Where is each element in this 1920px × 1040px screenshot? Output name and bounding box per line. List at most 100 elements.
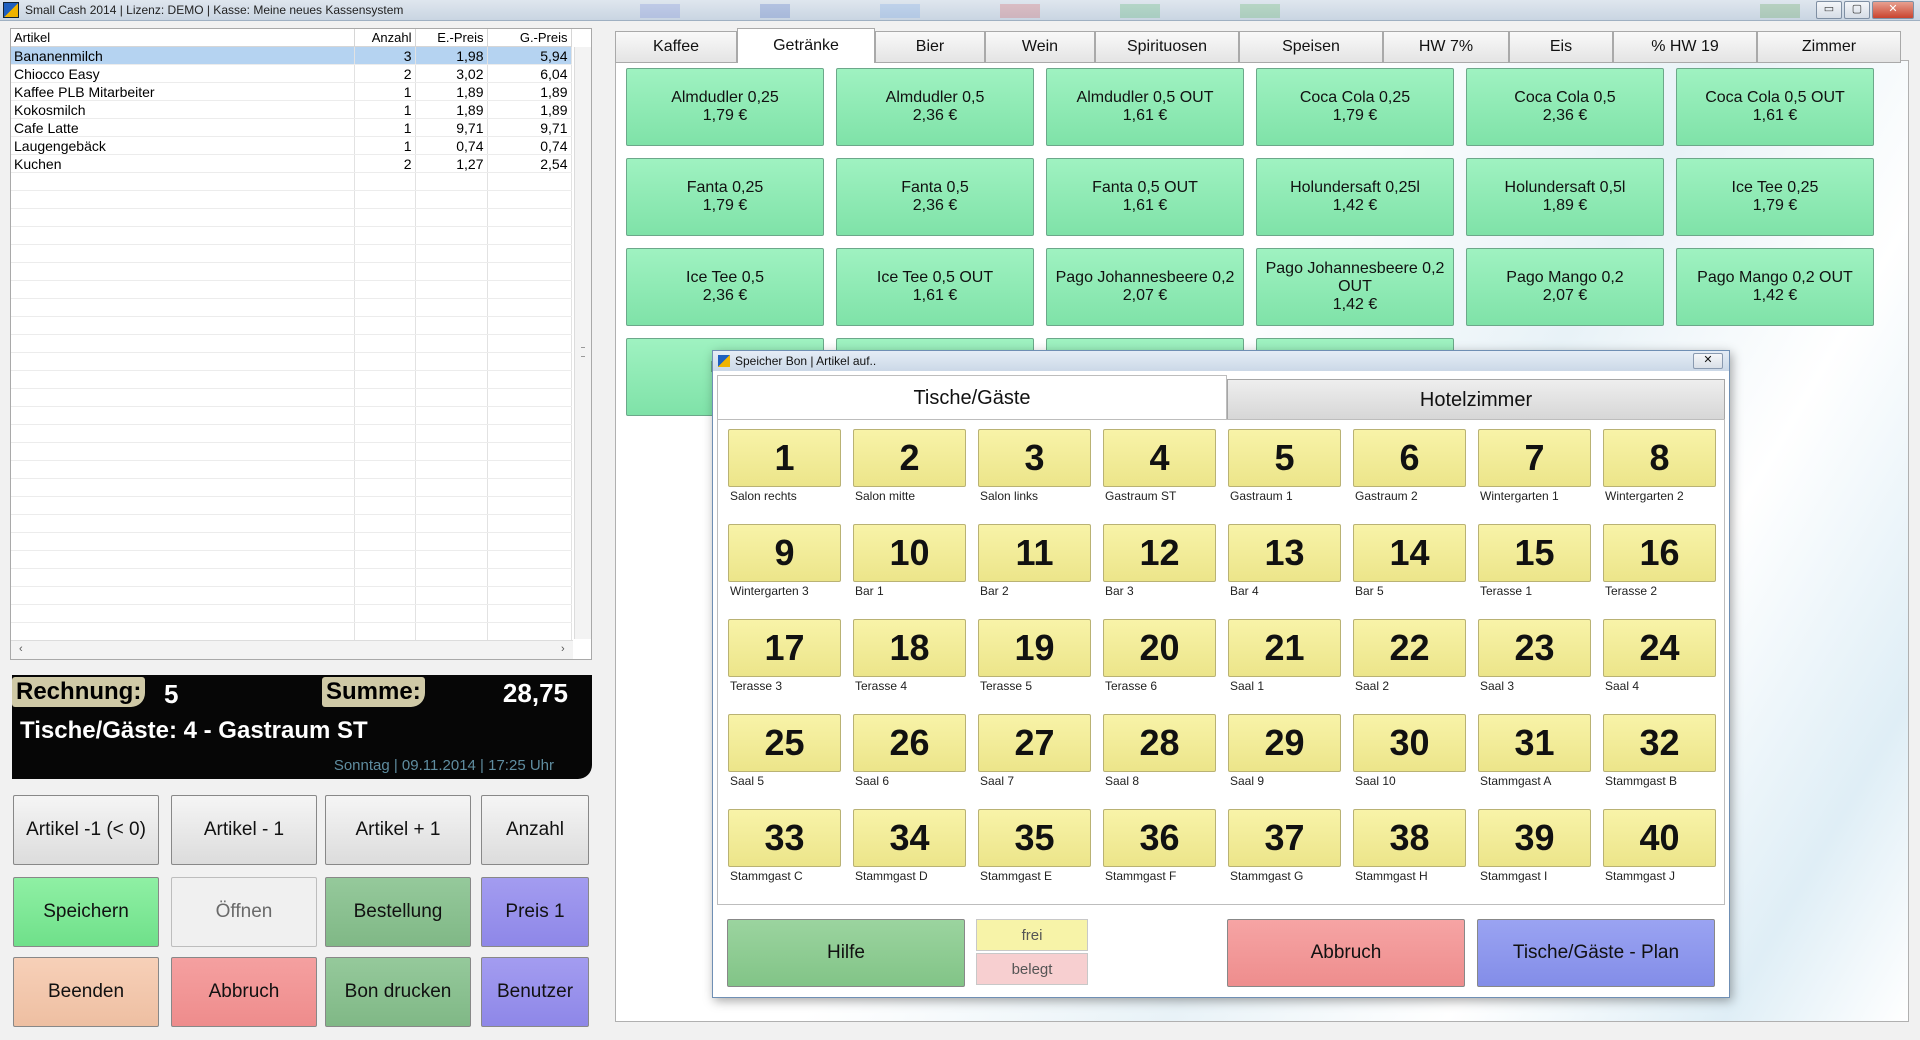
- product-button[interactable]: Almdudler 0,5 2,36 €: [836, 68, 1034, 146]
- table-button-25[interactable]: 25 Saal 5: [728, 714, 853, 788]
- table-row[interactable]: Cafe Latte 1 9,71 9,71: [11, 118, 572, 137]
- vertical-scrollbar[interactable]: [574, 47, 591, 639]
- hilfe-button[interactable]: Hilfe: [727, 919, 965, 987]
- dialog-close-button[interactable]: ✕: [1693, 353, 1723, 369]
- tab-6[interactable]: HW 7%: [1383, 31, 1509, 63]
- col-anzahl[interactable]: Anzahl: [354, 29, 416, 47]
- tables-plan-button[interactable]: Tische/Gäste - Plan: [1477, 919, 1715, 987]
- table-row[interactable]: [11, 514, 572, 533]
- table-button-10[interactable]: 10 Bar 1: [853, 524, 978, 598]
- tab-1[interactable]: Getränke: [737, 28, 875, 63]
- col-einzelpreis[interactable]: E.-Preis: [415, 29, 488, 47]
- table-button-22[interactable]: 22 Saal 2: [1353, 619, 1478, 693]
- col-artikel[interactable]: Artikel: [11, 29, 355, 47]
- table-row[interactable]: [11, 334, 572, 353]
- product-button[interactable]: Almdudler 0,5 OUT 1,61 €: [1046, 68, 1244, 146]
- product-button[interactable]: Ice Tee 0,5 2,36 €: [626, 248, 824, 326]
- table-button-40[interactable]: 40 Stammgast J: [1603, 809, 1728, 883]
- table-button-20[interactable]: 20 Terasse 6: [1103, 619, 1228, 693]
- table-row[interactable]: [11, 550, 572, 569]
- table-button-7[interactable]: 7 Wintergarten 1: [1478, 429, 1603, 503]
- product-button[interactable]: Pago Johannesbeere 0,2 2,07 €: [1046, 248, 1244, 326]
- product-button[interactable]: Pago Mango 0,2 2,07 €: [1466, 248, 1664, 326]
- tab-8[interactable]: % HW 19: [1613, 31, 1757, 63]
- table-button-21[interactable]: 21 Saal 1: [1228, 619, 1353, 693]
- table-button-23[interactable]: 23 Saal 3: [1478, 619, 1603, 693]
- tab-7[interactable]: Eis: [1509, 31, 1613, 63]
- maximize-button[interactable]: ▢: [1844, 1, 1870, 19]
- artikel-minus-button[interactable]: Artikel - 1: [171, 795, 317, 865]
- beenden-button[interactable]: Beenden: [13, 957, 159, 1027]
- table-row[interactable]: [11, 478, 572, 497]
- table-button-35[interactable]: 35 Stammgast E: [978, 809, 1103, 883]
- table-row[interactable]: [11, 442, 572, 461]
- table-row[interactable]: [11, 622, 572, 641]
- benutzer-button[interactable]: Benutzer: [481, 957, 589, 1027]
- product-button[interactable]: Holundersaft 0,25l 1,42 €: [1256, 158, 1454, 236]
- table-button-4[interactable]: 4 Gastraum ST: [1103, 429, 1228, 503]
- scroll-right-icon[interactable]: ›: [561, 643, 565, 655]
- table-button-9[interactable]: 9 Wintergarten 3: [728, 524, 853, 598]
- table-button-8[interactable]: 8 Wintergarten 2: [1603, 429, 1728, 503]
- product-button[interactable]: Coca Cola 0,5 2,36 €: [1466, 68, 1664, 146]
- table-row[interactable]: [11, 604, 572, 623]
- oeffnen-button[interactable]: Öffnen: [171, 877, 317, 947]
- table-row[interactable]: [11, 280, 572, 299]
- tab-4[interactable]: Spirituosen: [1095, 31, 1239, 63]
- table-button-15[interactable]: 15 Terasse 1: [1478, 524, 1603, 598]
- table-row[interactable]: [11, 370, 572, 389]
- anzahl-button[interactable]: Anzahl: [481, 795, 589, 865]
- table-button-12[interactable]: 12 Bar 3: [1103, 524, 1228, 598]
- table-button-31[interactable]: 31 Stammgast A: [1478, 714, 1603, 788]
- table-button-1[interactable]: 1 Salon rechts: [728, 429, 853, 503]
- product-button[interactable]: Coca Cola 0,25 1,79 €: [1256, 68, 1454, 146]
- table-row[interactable]: [11, 568, 572, 587]
- table-button-28[interactable]: 28 Saal 8: [1103, 714, 1228, 788]
- table-row[interactable]: [11, 424, 572, 443]
- table-row[interactable]: [11, 172, 572, 191]
- table-row[interactable]: [11, 460, 572, 479]
- tab-2[interactable]: Bier: [875, 31, 985, 63]
- product-button[interactable]: Pago Johannesbeere 0,2 OUT 1,42 €: [1256, 248, 1454, 326]
- preis-button[interactable]: Preis 1: [481, 877, 589, 947]
- table-button-26[interactable]: 26 Saal 6: [853, 714, 978, 788]
- table-row[interactable]: Kuchen 2 1,27 2,54: [11, 154, 572, 173]
- bon-drucken-button[interactable]: Bon drucken: [325, 957, 471, 1027]
- table-row[interactable]: [11, 586, 572, 605]
- tab-hotelzimmer[interactable]: Hotelzimmer: [1227, 379, 1725, 421]
- table-button-6[interactable]: 6 Gastraum 2: [1353, 429, 1478, 503]
- table-row[interactable]: Chiocco Easy 2 3,02 6,04: [11, 64, 572, 83]
- table-row[interactable]: Kokosmilch 1 1,89 1,89: [11, 100, 572, 119]
- table-button-11[interactable]: 11 Bar 2: [978, 524, 1103, 598]
- minimize-button[interactable]: ▭: [1816, 1, 1842, 19]
- tab-9[interactable]: Zimmer: [1757, 31, 1901, 63]
- table-row[interactable]: [11, 352, 572, 371]
- product-button[interactable]: Fanta 0,5 OUT 1,61 €: [1046, 158, 1244, 236]
- table-row[interactable]: [11, 244, 572, 263]
- artikel-plus-button[interactable]: Artikel + 1: [325, 795, 471, 865]
- artikel-minus-negative-button[interactable]: Artikel -1 (< 0): [13, 795, 159, 865]
- table-row[interactable]: [11, 298, 572, 317]
- table-button-24[interactable]: 24 Saal 4: [1603, 619, 1728, 693]
- table-button-3[interactable]: 3 Salon links: [978, 429, 1103, 503]
- table-row[interactable]: [11, 406, 572, 425]
- table-row[interactable]: [11, 388, 572, 407]
- product-button[interactable]: Fanta 0,5 2,36 €: [836, 158, 1034, 236]
- table-button-14[interactable]: 14 Bar 5: [1353, 524, 1478, 598]
- table-button-27[interactable]: 27 Saal 7: [978, 714, 1103, 788]
- table-row[interactable]: Kaffee PLB Mitarbeiter 1 1,89 1,89: [11, 82, 572, 101]
- table-row[interactable]: [11, 532, 572, 551]
- table-button-38[interactable]: 38 Stammgast H: [1353, 809, 1478, 883]
- speichern-button[interactable]: Speichern: [13, 877, 159, 947]
- tab-5[interactable]: Speisen: [1239, 31, 1383, 63]
- tab-0[interactable]: Kaffee: [615, 31, 737, 63]
- product-button[interactable]: Ice Tee 0,25 1,79 €: [1676, 158, 1874, 236]
- table-button-30[interactable]: 30 Saal 10: [1353, 714, 1478, 788]
- tab-tische-gaeste[interactable]: Tische/Gäste: [717, 375, 1227, 420]
- table-row[interactable]: [11, 208, 572, 227]
- dialog-abbruch-button[interactable]: Abbruch: [1227, 919, 1465, 987]
- product-button[interactable]: Fanta 0,25 1,79 €: [626, 158, 824, 236]
- table-row[interactable]: Laugengebäck 1 0,74 0,74: [11, 136, 572, 155]
- horizontal-scrollbar[interactable]: ‹ ›: [11, 640, 573, 659]
- table-button-19[interactable]: 19 Terasse 5: [978, 619, 1103, 693]
